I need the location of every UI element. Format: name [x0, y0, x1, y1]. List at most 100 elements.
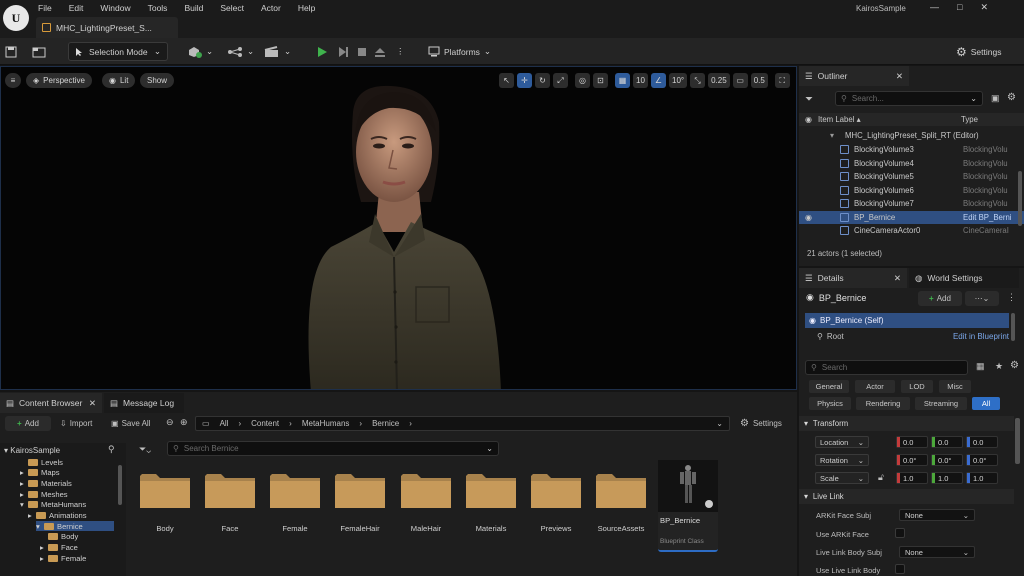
content-browser-tab[interactable]: ▤ Content Browser ✕ [0, 393, 102, 413]
gear-icon[interactable]: ⚙ [1007, 92, 1016, 103]
folder-add-icon[interactable]: ▣ [991, 93, 1000, 104]
scale-snap-value[interactable]: 0.25 [708, 73, 730, 88]
scale-snap-toggle[interactable]: ⤡ [690, 73, 706, 88]
close-tab-icon[interactable]: ✕ [896, 71, 903, 82]
scale-z[interactable]: 1.0 [966, 472, 998, 484]
live-link-body-subj-dropdown[interactable]: None ⌄ [899, 546, 975, 558]
level-viewport[interactable]: ≡ ◈ Perspective ◉ Lit Show ↖ ✛ ↻ ⤢ ◎ ⊡ ▦… [0, 66, 797, 390]
blueprint-options-button[interactable]: ⋯⌄ [965, 291, 999, 306]
cinematics-button[interactable]: ⌄ [264, 42, 291, 61]
outliner-scrollbar[interactable] [1018, 171, 1022, 226]
location-x[interactable]: 0.0 [896, 436, 928, 448]
advance-frame-button[interactable] [337, 42, 349, 61]
grid-view-icon[interactable]: ▦ [976, 361, 985, 372]
menu-edit[interactable]: Edit [69, 2, 93, 15]
search-icon[interactable]: ⚲ [108, 444, 115, 455]
asset-bp-bernice[interactable]: BP_Bernice Blueprint Class [658, 460, 718, 552]
menu-select[interactable]: Select [220, 2, 253, 15]
save-all-button[interactable]: ▣ Save All [111, 416, 150, 431]
star-icon[interactable]: ★ [995, 361, 1003, 372]
tree-folder-item[interactable]: ▸ Female [40, 553, 160, 563]
details-search-input[interactable]: ⚲ Search [805, 360, 968, 375]
lit-button[interactable]: ◉ Lit [102, 73, 136, 88]
play-button[interactable] [316, 42, 328, 61]
chevron-down-icon[interactable]: ⌄ [716, 419, 723, 428]
breadcrumb-bernice[interactable]: Bernice [372, 419, 399, 428]
outliner-row[interactable]: BlockingVolume4 BlockingVolu [799, 157, 1024, 170]
gear-icon[interactable]: ⚙ [1010, 360, 1019, 371]
tree-folder-item[interactable]: ▸ Animations [28, 511, 148, 521]
outliner-row[interactable]: CineCameraActor0 CineCameraI [799, 224, 1024, 237]
show-button[interactable]: Show [140, 73, 175, 88]
menu-window[interactable]: Window [100, 2, 139, 15]
blueprint-button[interactable]: ⌄ [227, 42, 254, 61]
content-search-input[interactable]: ⚲ Search Bernice ⌄ [167, 441, 499, 456]
tree-scrollbar[interactable] [118, 465, 122, 505]
close-icon[interactable]: ✕ [980, 2, 988, 13]
perspective-button[interactable]: ◈ Perspective [26, 73, 92, 88]
camera-speed-value[interactable]: 0.5 [750, 73, 768, 88]
scale-y[interactable]: 1.0 [931, 472, 963, 484]
selection-mode-button[interactable]: Selection Mode ⌄ [68, 42, 168, 61]
scale-dropdown[interactable]: Scale ⌄ [815, 472, 869, 484]
unreal-logo-icon[interactable]: U [3, 5, 29, 31]
location-z[interactable]: 0.0 [966, 436, 998, 448]
component-root-row[interactable]: ⚲ Root Edit in Blueprint [805, 330, 1009, 343]
surface-snap-icon[interactable]: ⊡ [593, 73, 608, 88]
transform-section-header[interactable]: ▾ Transform [799, 416, 1014, 431]
tree-folder-item[interactable]: Body [40, 532, 160, 542]
outliner-row[interactable]: BlockingVolume6 BlockingVolu [799, 184, 1024, 197]
minimize-icon[interactable]: — [930, 2, 939, 13]
close-tab-icon[interactable]: ✕ [89, 398, 96, 409]
filter-icon[interactable]: ⏷ [805, 94, 813, 105]
maximize-viewport-icon[interactable]: ⛶ [774, 73, 790, 88]
more-options-icon[interactable]: ⋮ [1007, 292, 1016, 303]
map-tab[interactable]: MHC_LightingPreset_S... [36, 17, 178, 38]
settings-button[interactable]: ⚙ Settings [956, 42, 1001, 61]
category-rendering[interactable]: Rendering [856, 397, 910, 410]
platforms-button[interactable]: Platforms ⌄ [428, 42, 491, 61]
message-log-tab[interactable]: ▤ Message Log [104, 393, 184, 413]
menu-help[interactable]: Help [298, 2, 324, 15]
world-local-icon[interactable]: ◎ [575, 73, 590, 88]
history-forward-icon[interactable]: ⊕ [180, 417, 188, 428]
use-arkit-face-checkbox[interactable] [895, 528, 905, 538]
add-actor-button[interactable]: ⌄ [188, 42, 213, 61]
tree-folder-item[interactable]: ▸ Meshes [20, 489, 140, 499]
scale-x[interactable]: 1.0 [896, 472, 928, 484]
details-tab[interactable]: ☰ Details ✕ [799, 268, 907, 288]
breadcrumb-all[interactable]: All [220, 419, 229, 428]
category-streaming[interactable]: Streaming [915, 397, 967, 410]
outliner-search-input[interactable]: ⚲ Search... ⌄ [835, 91, 983, 106]
breadcrumb-content[interactable]: Content [251, 419, 279, 428]
tree-folder-item[interactable]: ▾ MetaHumans [20, 500, 140, 510]
grid-snap-value[interactable]: 10 [633, 73, 648, 88]
lock-icon[interactable]: 🔓︎ [878, 472, 884, 483]
rotation-snap-toggle[interactable]: ∠ [651, 73, 666, 88]
outliner-row[interactable]: BlockingVolume5 BlockingVolu [799, 170, 1024, 183]
arkit-face-subj-dropdown[interactable]: None ⌄ [899, 509, 975, 521]
location-y[interactable]: 0.0 [931, 436, 963, 448]
rotate-tool-icon[interactable]: ↻ [535, 73, 550, 88]
filter-icon[interactable]: ⏷⌄ [139, 444, 151, 455]
save-icon[interactable] [5, 42, 17, 61]
menu-tools[interactable]: Tools [148, 2, 177, 15]
category-actor[interactable]: Actor [855, 380, 895, 393]
component-self-row[interactable]: ◉ BP_Bernice (Self) [805, 313, 1009, 328]
maximize-icon[interactable]: □ [957, 2, 962, 13]
tree-folder-item[interactable]: ▸ Materials [20, 478, 140, 488]
grid-snap-toggle[interactable]: ▦ [615, 73, 630, 88]
tree-root[interactable]: ▾ KairosSample [4, 445, 124, 455]
column-item-label[interactable]: Item Label ▴ [818, 115, 861, 124]
tree-folder-item[interactable]: ▾ Bernice [36, 521, 114, 532]
outliner-row[interactable]: BlockingVolume3 BlockingVolu [799, 143, 1024, 156]
rotation-z[interactable]: 0.0° [966, 454, 998, 466]
cb-settings-button[interactable]: ⚙ Settings [740, 416, 782, 431]
menu-actor[interactable]: Actor [261, 2, 290, 15]
stop-button[interactable] [356, 42, 368, 61]
edit-in-blueprint-link[interactable]: Edit in Blueprint [953, 332, 1009, 341]
camera-speed-icon[interactable]: ▭ [732, 73, 748, 88]
tree-folder-item[interactable]: Levels [20, 457, 140, 467]
components-scrollbar[interactable] [1011, 313, 1015, 341]
menu-build[interactable]: Build [184, 2, 212, 15]
